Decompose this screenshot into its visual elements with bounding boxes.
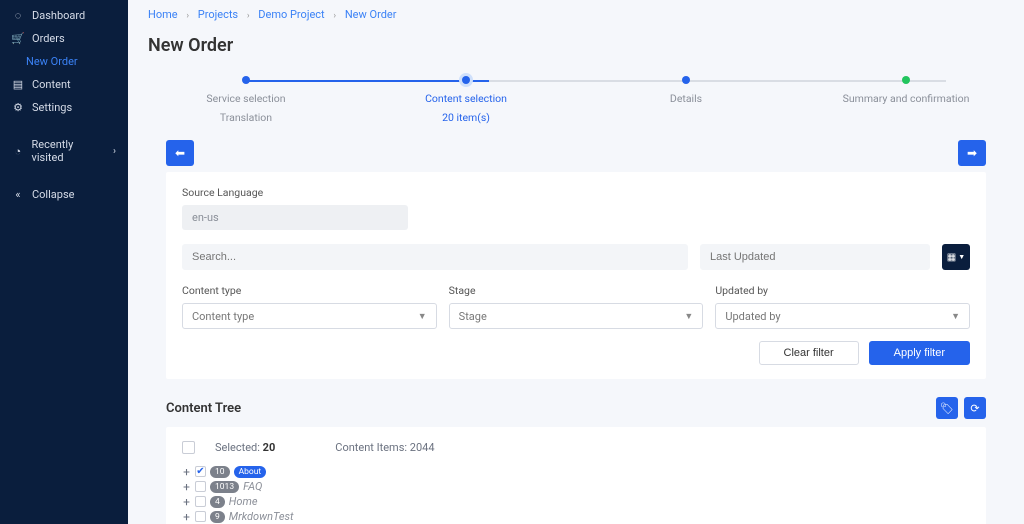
- arrow-left-icon: ⬅: [175, 146, 185, 160]
- sidebar-label: Recently visited: [32, 138, 105, 164]
- breadcrumb-home[interactable]: Home: [148, 8, 178, 21]
- node-count-badge: 9: [210, 511, 225, 523]
- arrow-right-icon: ➡: [967, 146, 977, 160]
- caret-down-icon: ▼: [418, 311, 427, 322]
- content-tree-card: Selected: 20 Content Items: 2044 + 10 Ab…: [166, 427, 986, 524]
- node-checkbox[interactable]: [195, 511, 206, 522]
- chevron-right-icon: ›: [113, 146, 116, 157]
- label-source-language: Source Language: [182, 186, 970, 199]
- expand-icon[interactable]: +: [182, 511, 191, 523]
- select-all-checkbox[interactable]: [182, 441, 195, 454]
- gauge-icon: ◌: [12, 10, 24, 22]
- breadcrumb: Home › Projects › Demo Project › New Ord…: [128, 0, 1024, 29]
- next-step-button[interactable]: ➡: [958, 140, 986, 166]
- content-tree-title: Content Tree: [166, 401, 241, 416]
- sidebar-label: Collapse: [32, 188, 74, 201]
- sidebar-label: Settings: [32, 101, 72, 114]
- date-picker-button[interactable]: ▦ ▼: [942, 244, 970, 270]
- main-content: Home › Projects › Demo Project › New Ord…: [128, 0, 1024, 524]
- sidebar-collapse[interactable]: « Collapse: [0, 183, 128, 206]
- file-icon: ▤: [12, 79, 24, 91]
- breadcrumb-project[interactable]: Demo Project: [258, 8, 324, 21]
- sidebar-item-recent[interactable]: ◔ Recently visited ›: [0, 133, 128, 169]
- page-title: New Order: [128, 29, 1024, 70]
- collapse-icon: «: [12, 189, 24, 201]
- sidebar-item-orders[interactable]: 🛒 Orders: [0, 27, 128, 50]
- sidebar-item-dashboard[interactable]: ◌ Dashboard: [0, 4, 128, 27]
- node-checkbox[interactable]: [195, 466, 206, 477]
- sidebar-item-new-order[interactable]: New Order: [0, 50, 128, 73]
- content-tree: + 10 About + 1013 FAQ + 4 Home: [182, 464, 970, 524]
- sidebar-label: Content: [32, 78, 71, 91]
- expand-icon[interactable]: +: [182, 496, 191, 508]
- chevron-right-icon: ›: [333, 11, 336, 21]
- selected-label: Selected:: [215, 441, 260, 454]
- items-label: Content Items:: [335, 441, 407, 454]
- tree-node[interactable]: + 10 About: [182, 464, 970, 479]
- step-wizard: Service selection Translation Content se…: [128, 70, 1024, 124]
- tree-node[interactable]: + 9 MrkdownTest: [182, 509, 970, 524]
- sidebar-label: Dashboard: [32, 9, 85, 22]
- last-updated-input[interactable]: [700, 244, 930, 270]
- step-details[interactable]: Details: [606, 76, 766, 124]
- caret-down-icon: ▼: [951, 311, 960, 322]
- sidebar: ◌ Dashboard 🛒 Orders New Order ▤ Content…: [0, 0, 128, 524]
- cart-icon: 🛒: [12, 33, 24, 45]
- chevron-right-icon: ›: [247, 11, 250, 21]
- node-name: FAQ: [243, 480, 262, 493]
- step-service-selection[interactable]: Service selection Translation: [166, 76, 326, 124]
- tree-node[interactable]: + 4 Home: [182, 494, 970, 509]
- label-stage: Stage: [449, 284, 704, 297]
- stage-select[interactable]: Stage ▼: [449, 303, 704, 329]
- step-content-selection[interactable]: Content selection 20 item(s): [386, 76, 546, 124]
- clear-filter-button[interactable]: Clear filter: [759, 341, 859, 365]
- sidebar-label: Orders: [32, 32, 65, 45]
- node-checkbox[interactable]: [195, 496, 206, 507]
- tree-node[interactable]: + 1013 FAQ: [182, 479, 970, 494]
- tree-tag-button[interactable]: 🏷: [936, 397, 958, 419]
- items-count: 2044: [410, 441, 435, 454]
- sidebar-item-content[interactable]: ▤ Content: [0, 73, 128, 96]
- content-type-select[interactable]: Content type ▼: [182, 303, 437, 329]
- node-count-badge: 10: [210, 466, 230, 478]
- node-name: MrkdownTest: [229, 510, 294, 523]
- selected-count: 20: [263, 441, 276, 454]
- prev-step-button[interactable]: ⬅: [166, 140, 194, 166]
- node-name: About: [234, 466, 267, 478]
- expand-icon[interactable]: +: [182, 481, 191, 493]
- updated-by-select[interactable]: Updated by ▼: [715, 303, 970, 329]
- caret-down-icon: ▼: [958, 254, 965, 261]
- node-name: Home: [229, 495, 258, 508]
- refresh-icon: ⟳: [970, 402, 979, 415]
- label-updated-by: Updated by: [715, 284, 970, 297]
- node-count-badge: 1013: [210, 481, 239, 493]
- search-input[interactable]: [182, 244, 688, 270]
- expand-icon[interactable]: +: [182, 466, 191, 478]
- caret-down-icon: ▼: [684, 311, 693, 322]
- node-checkbox[interactable]: [195, 481, 206, 492]
- calendar-icon: ▦: [947, 252, 956, 263]
- step-summary[interactable]: Summary and confirmation: [826, 76, 986, 124]
- chevron-right-icon: ›: [186, 11, 189, 21]
- breadcrumb-projects[interactable]: Projects: [198, 8, 238, 21]
- tag-icon: 🏷: [940, 402, 954, 415]
- breadcrumb-current[interactable]: New Order: [345, 8, 397, 21]
- node-count-badge: 4: [210, 496, 225, 508]
- filter-card: Source Language en-us ▦ ▼ Content type: [166, 172, 986, 379]
- tree-refresh-button[interactable]: ⟳: [964, 397, 986, 419]
- gear-icon: ⚙: [12, 102, 24, 114]
- source-language-value: en-us: [182, 205, 408, 230]
- sidebar-item-settings[interactable]: ⚙ Settings: [0, 96, 128, 119]
- sidebar-label: New Order: [26, 55, 78, 68]
- label-content-type: Content type: [182, 284, 437, 297]
- apply-filter-button[interactable]: Apply filter: [869, 341, 970, 365]
- clock-icon: ◔: [12, 145, 24, 157]
